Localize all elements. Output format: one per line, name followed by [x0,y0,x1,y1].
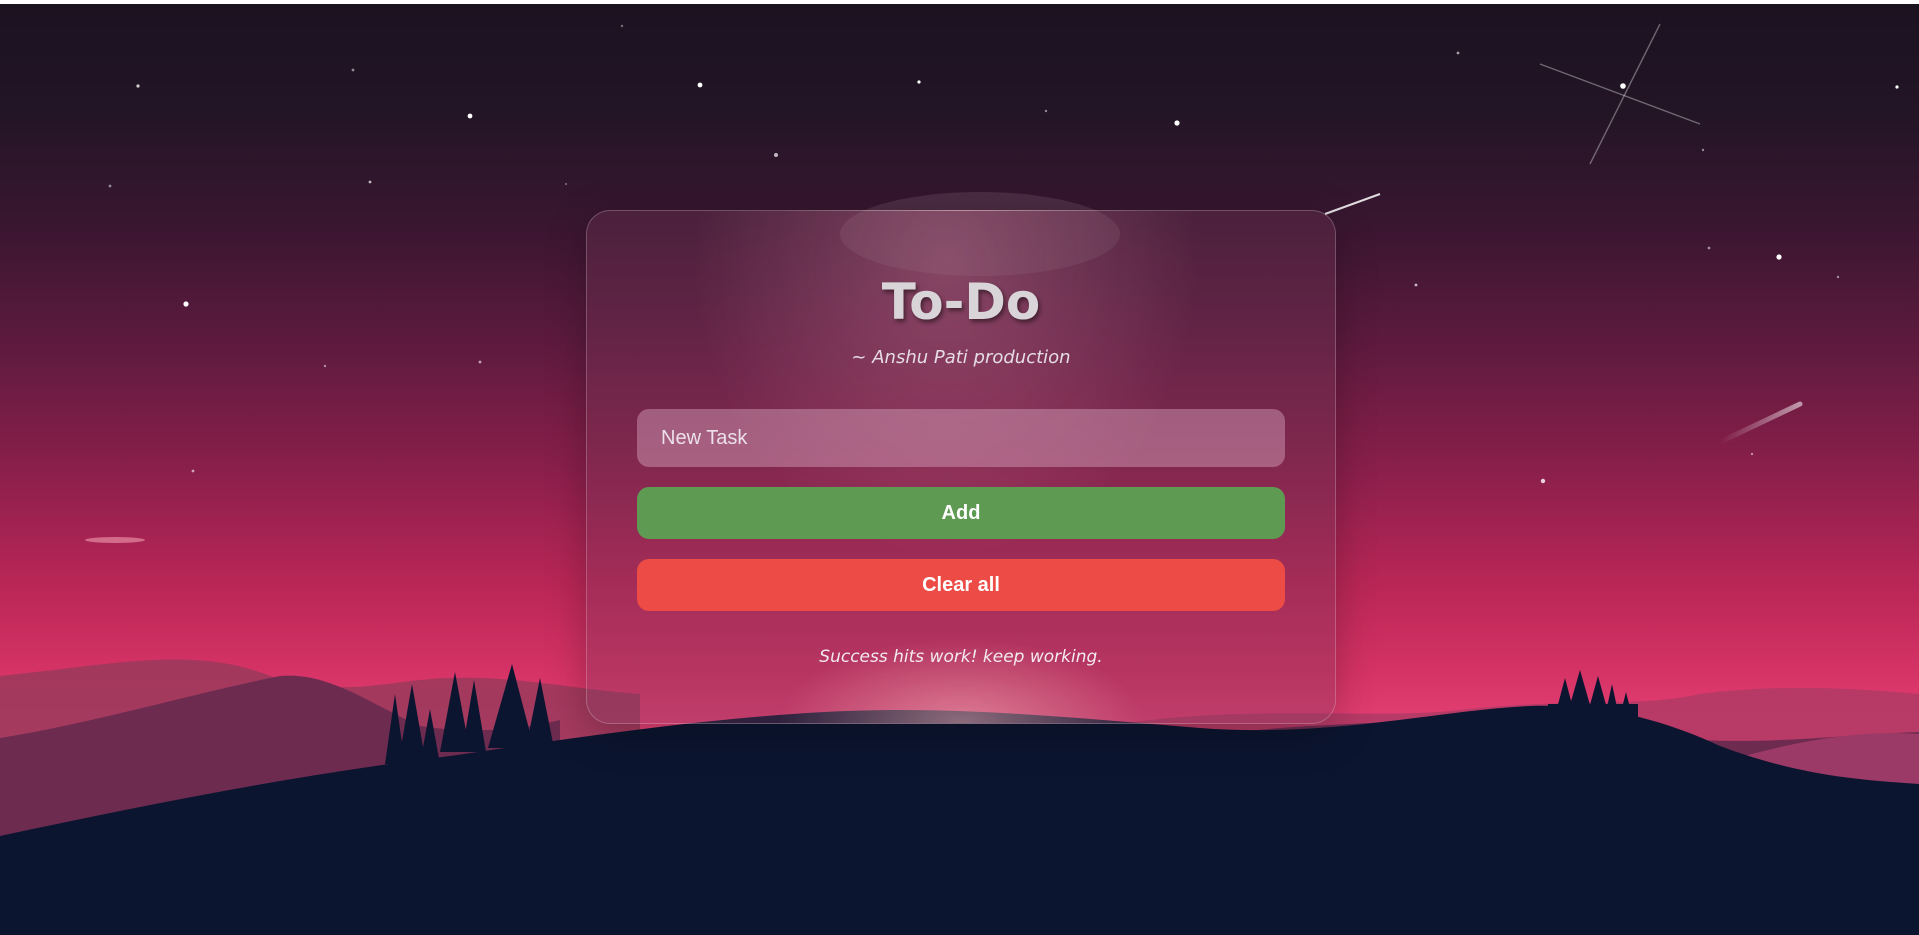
todo-card: To-Do ~ Anshu Pati production Add Clear … [586,210,1336,724]
app-subtitle: ~ Anshu Pati production [851,347,1071,368]
motivational-quote: Success hits work! keep working. [819,647,1103,667]
new-task-input[interactable] [637,409,1285,467]
page-viewport: To-Do ~ Anshu Pati production Add Clear … [0,4,1919,935]
shooting-star [1324,193,1381,215]
shooting-star [1589,23,1661,165]
horizon-glow [85,537,145,543]
shooting-star [1717,401,1803,445]
shooting-star [1539,63,1701,125]
add-button[interactable]: Add [637,487,1285,539]
clear-all-button[interactable]: Clear all [637,559,1285,611]
app-title: To-Do [881,273,1041,331]
trees-right [1548,670,1638,718]
